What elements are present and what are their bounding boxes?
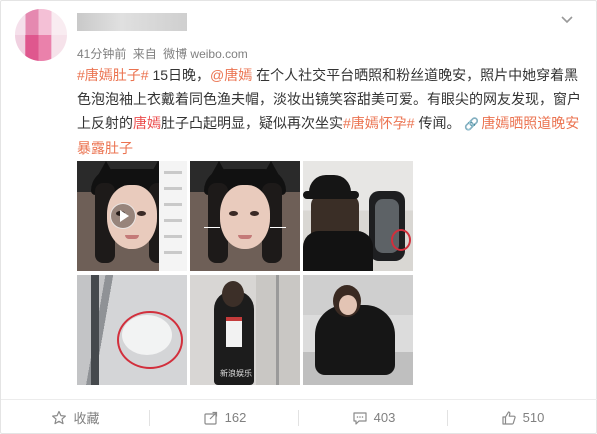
whisker [204,227,220,228]
eye [137,211,146,216]
black-top [303,231,373,271]
cat-ear [262,161,280,177]
link-icon: 🔗 [464,117,480,131]
play-icon[interactable] [110,203,136,229]
avatar-blur [25,35,52,61]
red-circle-annotation [391,229,411,251]
hashtag-link[interactable]: #唐嫣肚子# [77,67,149,83]
mouth [238,235,252,239]
post-text-segment: 15日晚， [148,67,211,83]
post-body: #唐嫣肚子# 15日晚，@唐嫣 在个人社交平台晒照和粉丝道晚安，照片中她穿着黑色… [77,63,585,160]
image-watermark: 新浪娱乐 [220,369,252,378]
source-prefix: 来自 [132,47,157,61]
action-bar: 收藏 162 403 510 [1,400,597,434]
comment-button[interactable]: 403 [299,400,448,434]
star-icon [51,410,67,426]
repost-button[interactable]: 162 [150,400,299,434]
favorite-button[interactable]: 收藏 [1,400,150,434]
image-thumbnail[interactable] [303,161,413,271]
face [220,185,270,249]
comment-icon [352,410,368,426]
bucket-hat-brim [303,191,359,199]
face [339,295,357,315]
window-frame [91,275,99,385]
repost-icon [203,410,219,426]
red-circle-annotation [117,311,183,369]
thumbs-up-icon [501,410,517,426]
post-time[interactable]: 41分钟前 [77,47,126,61]
post-meta: 41分钟前 来自 微博 weibo.com [77,45,251,62]
head [222,281,244,307]
image-thumbnail[interactable]: 新浪娱乐 [190,275,300,385]
image-thumbnail[interactable] [190,161,300,271]
weibo-post-card: 41分钟前 来自 微博 weibo.com #唐嫣肚子# 15日晚，@唐嫣 在个… [0,0,597,434]
screenshot-side-panel [159,161,187,271]
person-black-jacket [315,305,395,375]
white-shirt [226,321,242,347]
mouth [125,235,139,239]
image-grid: 新浪娱乐 [77,161,413,397]
eye [250,211,259,216]
username-redacted[interactable] [77,13,187,31]
light-stand [276,275,279,385]
hashtag-link[interactable]: #唐嫣怀孕# [343,115,415,131]
post-source[interactable]: 微博 weibo.com [163,47,248,61]
repost-count: 162 [224,410,247,425]
avatar-blur [15,9,67,35]
image-thumbnail[interactable] [77,275,187,385]
image-thumbnail[interactable] [303,275,413,385]
favorite-label: 收藏 [73,411,100,426]
avatar[interactable] [15,9,67,61]
post-text-segment: 传闻。 [414,115,465,131]
image-thumbnail[interactable] [77,161,187,271]
eye [229,211,238,216]
highlighted-keyword: 唐嫣 [133,115,161,131]
comment-count: 403 [373,410,396,425]
like-button[interactable]: 510 [448,400,597,434]
cat-ear [97,161,115,177]
post-text-segment: 肚子凸起明显，疑似再次坐实 [161,115,343,131]
chevron-down-icon[interactable] [558,15,576,29]
cat-ear [210,161,228,177]
mention-link[interactable]: @唐嫣 [210,67,252,83]
whisker [270,227,286,228]
like-count: 510 [522,410,545,425]
